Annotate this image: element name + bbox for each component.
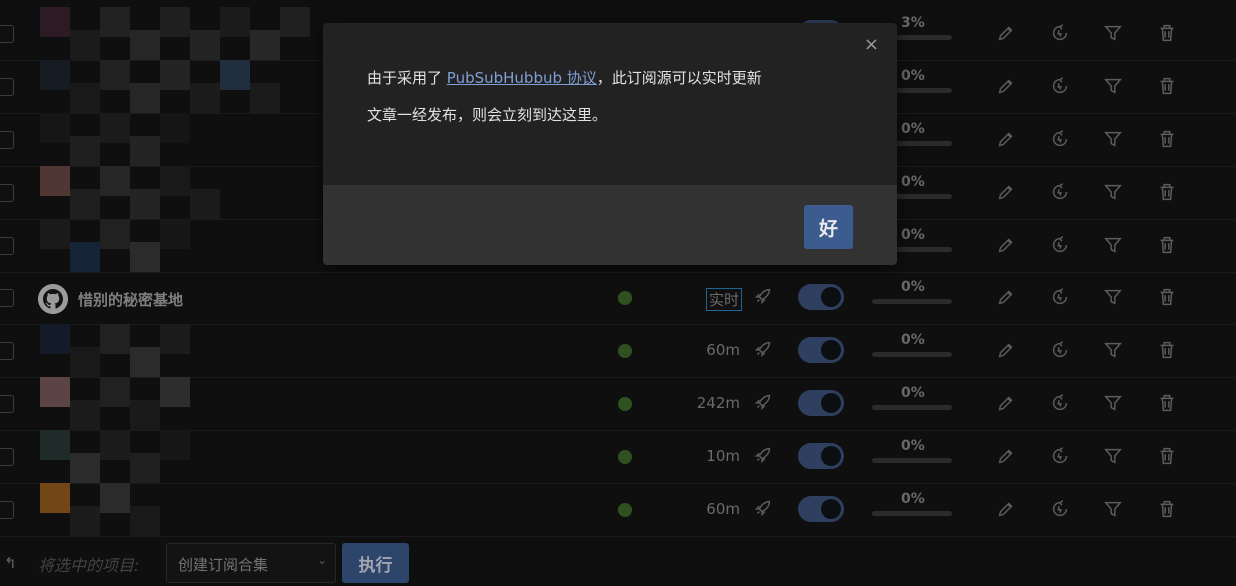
dialog-text-after: ，此订阅源可以实时更新 <box>596 69 762 87</box>
close-icon[interactable]: × <box>864 34 879 55</box>
realtime-info-dialog: × 由于采用了 PubSubHubbub 协议，此订阅源可以实时更新 文章一经发… <box>323 23 897 265</box>
ok-button[interactable]: 好 <box>804 205 853 249</box>
dialog-body: × 由于采用了 PubSubHubbub 协议，此订阅源可以实时更新 文章一经发… <box>323 23 897 185</box>
dialog-message-line2: 文章一经发布，则会立刻到达这里。 <box>367 106 608 124</box>
dialog-text-before: 由于采用了 <box>367 69 447 87</box>
dialog-footer: 好 <box>323 185 897 265</box>
dialog-message-line1: 由于采用了 PubSubHubbub 协议，此订阅源可以实时更新 <box>367 67 762 88</box>
pubsubhubbub-link[interactable]: PubSubHubbub 协议 <box>447 69 597 87</box>
